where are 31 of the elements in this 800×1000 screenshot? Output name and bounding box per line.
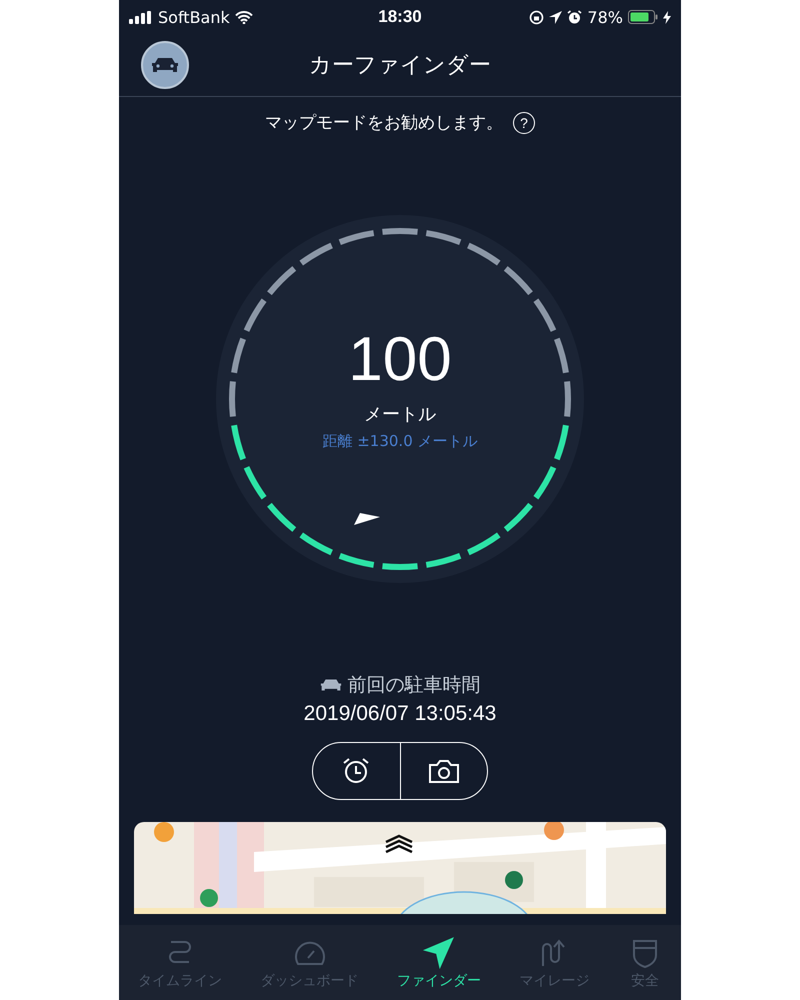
tab-item[interactable]: ダッシュボード	[258, 936, 361, 990]
car-icon	[151, 56, 179, 74]
screen-title: カーファインダー	[309, 52, 491, 80]
clock-time: 18:30	[378, 7, 422, 27]
car-avatar-button[interactable]	[141, 41, 189, 89]
alarm-icon	[567, 10, 582, 24]
tab-item[interactable]: タイムライン	[136, 936, 224, 990]
battery-percent: 78%	[587, 8, 623, 26]
location-icon	[549, 10, 562, 24]
alarm-clock-icon	[341, 756, 372, 786]
tab-item[interactable]: 安全	[626, 936, 664, 990]
rotation-lock-icon	[529, 10, 544, 24]
carrier-name: SoftBank	[158, 8, 230, 26]
camera-icon	[428, 757, 460, 785]
help-button[interactable]: ?	[513, 112, 535, 134]
tab-item[interactable]: マイレージ	[517, 936, 592, 990]
direction-arrow-icon	[354, 513, 380, 525]
accuracy-text: 距離 ±130.0 メートル	[322, 432, 478, 452]
navigation-arrow-icon	[422, 936, 456, 970]
signal-icon	[129, 10, 153, 24]
wifi-icon	[234, 10, 253, 24]
distance-unit: メートル	[364, 403, 436, 426]
hint-text: マップモードをお勧めします。	[265, 112, 503, 134]
expand-handle-icon[interactable]	[384, 834, 414, 854]
distance-value: 100	[348, 326, 452, 394]
car-icon	[320, 678, 342, 692]
battery-icon	[628, 10, 658, 24]
parking-time: 2019/06/07 13:05:43	[304, 702, 496, 726]
parking-label: 前回の駐車時間	[348, 673, 480, 698]
tab-item[interactable]: ファインダー	[394, 936, 483, 990]
charging-icon	[662, 10, 671, 24]
